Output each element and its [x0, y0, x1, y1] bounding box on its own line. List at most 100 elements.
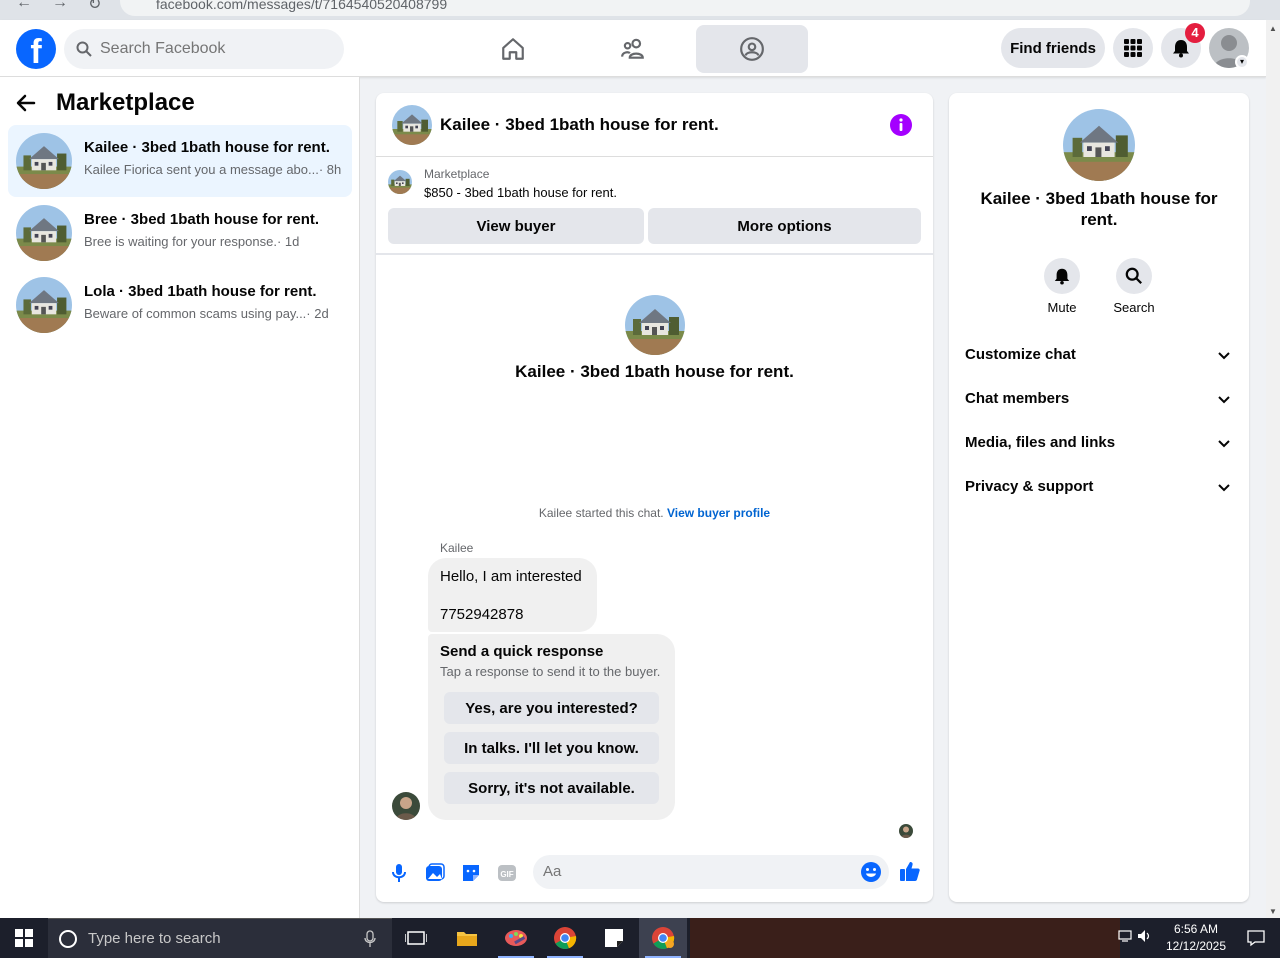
facebook-header: f Find friends 4 ▾: [0, 20, 1266, 77]
message-input-box[interactable]: [533, 855, 889, 889]
sender-avatar[interactable]: [392, 792, 420, 820]
notification-center-icon: [1247, 930, 1265, 947]
emoji-icon[interactable]: [860, 861, 882, 883]
section-chat-members[interactable]: Chat members: [949, 379, 1249, 419]
chevron-down-icon: [1218, 396, 1230, 404]
quick-response-box: Send a quick response Tap a response to …: [428, 634, 675, 820]
sticker-icon[interactable]: [460, 862, 482, 884]
conversation-item[interactable]: Kailee · 3bed 1bath house for rent. Kail…: [8, 125, 352, 197]
folder-icon: [457, 932, 477, 946]
nav-groups[interactable]: [696, 25, 808, 73]
taskbar-clock[interactable]: 6:56 AM 12/12/2025: [1160, 921, 1232, 955]
chevron-down-icon[interactable]: ▾: [1235, 55, 1249, 69]
marketplace-sidebar: Marketplace Kailee · 3bed 1bath house fo…: [0, 77, 360, 918]
taskbar-search-placeholder: Type here to search: [88, 930, 221, 947]
more-options-button[interactable]: More options: [648, 208, 921, 244]
paint-palette-icon: [505, 930, 527, 946]
seen-receipt-avatar: [899, 824, 913, 838]
taskbar-search[interactable]: Type here to search: [48, 918, 392, 958]
details-thumbnail: [1063, 109, 1135, 181]
chat-panel: Kailee · 3bed 1bath house for rent. Mark…: [376, 93, 933, 902]
quick-response-button[interactable]: Yes, are you interested?: [444, 692, 659, 724]
conversation-title: Lola · 3bed 1bath house for rent.: [84, 283, 317, 300]
section-customize-chat[interactable]: Customize chat: [949, 335, 1249, 375]
chevron-down-icon: [1218, 352, 1230, 360]
browser-toolbar: ← → ↻ facebook.com/messages/t/7164540520…: [0, 0, 1280, 20]
chat-details-panel: Kailee · 3bed 1bath house for rent. Mute…: [949, 93, 1249, 902]
paint-app-button[interactable]: [492, 918, 540, 958]
forward-arrow-icon[interactable]: →: [52, 0, 68, 12]
svg-text:GIF: GIF: [500, 870, 513, 879]
task-view-button[interactable]: [392, 918, 440, 958]
facebook-logo-icon[interactable]: f: [16, 29, 56, 69]
find-friends-button[interactable]: Find friends: [1001, 28, 1105, 68]
start-button[interactable]: [0, 918, 48, 958]
address-text[interactable]: facebook.com/messages/t/7164540520408799: [156, 0, 447, 12]
gif-icon[interactable]: GIF: [496, 862, 518, 884]
photo-icon[interactable]: [424, 862, 446, 884]
mute-label: Mute: [1047, 300, 1077, 315]
task-view-icon: [405, 931, 427, 945]
back-arrow-icon[interactable]: ←: [16, 0, 32, 12]
search-input[interactable]: [100, 40, 320, 58]
section-media-files-links[interactable]: Media, files and links: [949, 423, 1249, 463]
chrome-profile-button[interactable]: [639, 918, 687, 958]
windows-logo-icon: [15, 929, 33, 947]
sticky-note-icon: [605, 929, 623, 947]
groups-icon: [740, 37, 764, 61]
listing-bar: Marketplace $850 - 3bed 1bath house for …: [376, 158, 933, 255]
reload-icon[interactable]: ↻: [88, 0, 101, 14]
thumbs-up-icon[interactable]: [899, 860, 921, 882]
chat-started-notice: Kailee started this chat. View buyer pro…: [538, 506, 771, 520]
nav-friends[interactable]: [577, 25, 689, 73]
windows-taskbar: Type here to search 6:56 AM 12/12/2025: [0, 918, 1280, 958]
grid-menu-icon: [1124, 39, 1142, 57]
listing-thumbnail: [388, 170, 412, 194]
details-title: Kailee · 3bed 1bath house for rent.: [980, 189, 1218, 229]
chat-thumbnail[interactable]: [392, 105, 432, 145]
search-box[interactable]: [64, 29, 344, 69]
bell-icon: [1054, 268, 1070, 285]
conversation-item[interactable]: Bree · 3bed 1bath house for rent. Bree i…: [8, 197, 352, 269]
quick-response-subtitle: Tap a response to send it to the buyer.: [440, 664, 661, 679]
chat-center-thumbnail: [625, 295, 685, 355]
quick-response-title: Send a quick response: [440, 643, 604, 660]
chrome-icon: [652, 927, 675, 950]
view-buyer-button[interactable]: View buyer: [388, 208, 644, 244]
home-icon: [502, 38, 524, 60]
section-privacy-support[interactable]: Privacy & support: [949, 467, 1249, 507]
chevron-down-icon: [1218, 484, 1230, 492]
chrome-icon: [554, 927, 577, 950]
system-tray[interactable]: [1118, 929, 1153, 946]
message-line: 7752942878: [440, 606, 524, 623]
search-in-chat-button[interactable]: Search: [1104, 258, 1164, 315]
chat-title[interactable]: Kailee · 3bed 1bath house for rent.: [440, 115, 719, 135]
microphone-icon[interactable]: [388, 862, 410, 884]
notification-badge: 4: [1185, 23, 1205, 43]
search-label: Search: [1113, 300, 1155, 315]
message-input[interactable]: [543, 863, 843, 880]
chrome-button[interactable]: [541, 918, 589, 958]
action-center-button[interactable]: [1232, 918, 1280, 958]
page-scrollbar[interactable]: ▲ ▼: [1266, 20, 1280, 918]
quick-response-button[interactable]: In talks. I'll let you know.: [444, 732, 659, 764]
listing-price[interactable]: $850 - 3bed 1bath house for rent.: [424, 185, 617, 200]
address-bar[interactable]: facebook.com/messages/t/7164540520408799: [120, 0, 1250, 16]
quick-response-button[interactable]: Sorry, it's not available.: [444, 772, 659, 804]
microphone-icon[interactable]: [364, 929, 376, 948]
listing-thumbnail: [16, 133, 72, 189]
sticky-notes-button[interactable]: [590, 918, 638, 958]
network-icon: [1118, 930, 1132, 942]
conversation-item[interactable]: Lola · 3bed 1bath house for rent. Beware…: [8, 269, 352, 341]
back-arrow-icon[interactable]: [16, 93, 36, 113]
nav-home[interactable]: [457, 25, 569, 73]
view-buyer-profile-link[interactable]: View buyer profile: [667, 506, 770, 520]
mute-button[interactable]: Mute: [1032, 258, 1092, 315]
message-bubble[interactable]: Hello, I am interested 7752942878: [428, 558, 597, 632]
file-explorer-button[interactable]: [443, 918, 491, 958]
info-icon[interactable]: [889, 113, 913, 137]
conversation-title: Bree · 3bed 1bath house for rent.: [84, 211, 320, 228]
conversation-preview: Beware of common scams using pay...· 2d: [84, 306, 329, 321]
menu-button[interactable]: [1113, 28, 1153, 68]
chat-header: Kailee · 3bed 1bath house for rent.: [376, 93, 933, 157]
